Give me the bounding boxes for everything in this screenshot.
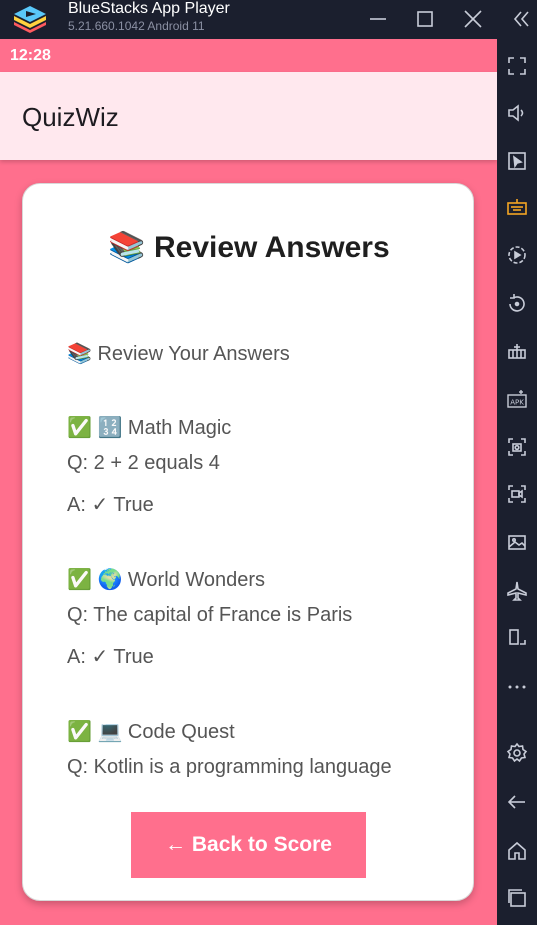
review-card: 📚 Review Answers 📚 Review Your Answers ✅… bbox=[22, 183, 474, 901]
entry-question: Q: Kotlin is a programming language bbox=[67, 756, 392, 778]
app-bar: QuizWiz bbox=[0, 72, 497, 160]
record-icon[interactable] bbox=[505, 243, 529, 267]
screenshot-icon[interactable] bbox=[505, 435, 529, 459]
maximize-icon[interactable] bbox=[412, 6, 438, 32]
entry-answer: A: ✓ True bbox=[67, 646, 154, 668]
recents-icon[interactable] bbox=[505, 886, 529, 910]
svg-text:APK: APK bbox=[510, 399, 524, 407]
bluestacks-logo-icon bbox=[12, 4, 48, 34]
close-icon[interactable] bbox=[460, 6, 486, 32]
entry-question: Q: The capital of France is Paris bbox=[67, 604, 353, 626]
status-time: 12:28 bbox=[10, 47, 51, 64]
emulator-version: 5.21.660.1042 Android 11 bbox=[68, 19, 205, 33]
fullscreen-icon[interactable] bbox=[505, 54, 529, 78]
app-title: QuizWiz bbox=[22, 102, 119, 132]
cursor-icon[interactable] bbox=[505, 149, 529, 173]
status-bar: 12:28 bbox=[0, 39, 497, 72]
entry-question: Q: 2 + 2 equals 4 bbox=[67, 452, 220, 474]
emulator-sidebar: APK bbox=[497, 39, 537, 925]
more-icon[interactable] bbox=[505, 675, 529, 699]
apk-icon[interactable]: APK bbox=[505, 387, 529, 411]
collapse-sidebar-icon[interactable] bbox=[508, 6, 534, 32]
entry-title: ✅ 🔢 Math Magic bbox=[67, 417, 232, 439]
rotate-icon[interactable] bbox=[505, 292, 529, 316]
emulator-titlebar: BlueStacks App Player 5.21.660.1042 Andr… bbox=[0, 0, 537, 39]
back-icon[interactable] bbox=[505, 790, 529, 814]
emulator-title: BlueStacks App Player bbox=[68, 0, 230, 17]
resize-icon[interactable] bbox=[505, 626, 529, 650]
entry-title: ✅ 🌍 World Wonders bbox=[67, 569, 266, 591]
keyboard-icon[interactable] bbox=[505, 196, 529, 220]
entry-title: ✅ 💻 Code Quest bbox=[67, 721, 235, 743]
minimize-icon[interactable] bbox=[365, 6, 391, 32]
settings-icon[interactable] bbox=[505, 741, 529, 765]
media-icon[interactable] bbox=[505, 530, 529, 554]
back-to-score-button[interactable]: ← Back to Score bbox=[131, 812, 366, 878]
home-icon[interactable] bbox=[505, 839, 529, 863]
volume-icon[interactable] bbox=[505, 101, 529, 125]
macro-icon[interactable] bbox=[505, 339, 529, 363]
android-screen: 12:28 QuizWiz 📚 Review Answers 📚 Review … bbox=[0, 39, 497, 925]
airplane-icon[interactable] bbox=[505, 579, 529, 603]
review-heading: 📚 Review Answers bbox=[108, 231, 390, 264]
screen-record-icon[interactable] bbox=[505, 482, 529, 506]
review-subheading: 📚 Review Your Answers bbox=[67, 343, 290, 365]
entry-answer: A: ✓ True bbox=[67, 494, 154, 516]
